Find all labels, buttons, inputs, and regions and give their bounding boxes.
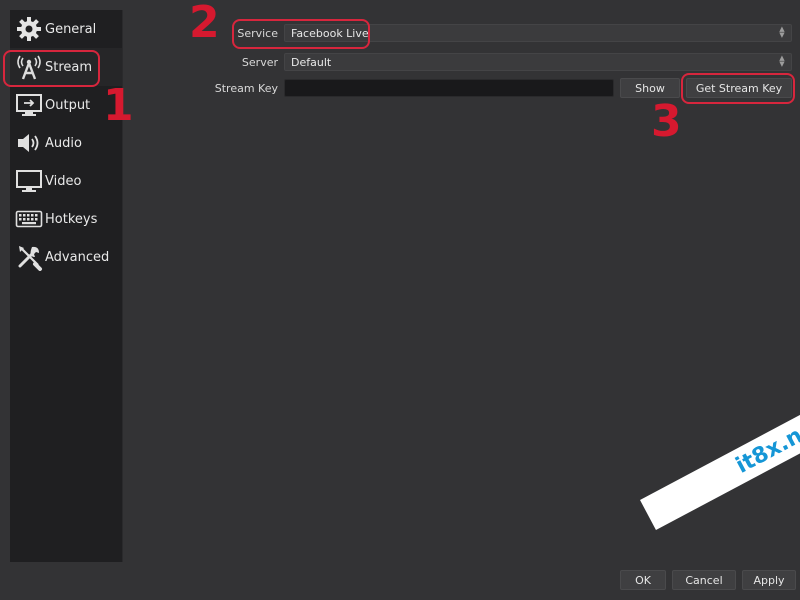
watermark-text: it8x.net — [731, 410, 800, 479]
sidebar-item-label: Advanced — [45, 249, 110, 265]
highlight-get-stream-key — [681, 73, 795, 104]
gear-icon — [14, 14, 44, 44]
sidebar-item-label: Hotkeys — [45, 211, 98, 227]
tools-icon — [14, 242, 44, 272]
server-label: Server — [241, 56, 278, 69]
apply-button[interactable]: Apply — [742, 570, 796, 590]
show-key-button[interactable]: Show — [620, 78, 680, 98]
sidebar-item-label: Video — [45, 173, 82, 189]
ok-button[interactable]: OK — [620, 570, 666, 590]
step-number-2: 2 — [189, 0, 220, 48]
speaker-icon — [14, 128, 44, 158]
sidebar-item-label: Output — [45, 97, 91, 113]
sidebar-item-label: General — [45, 21, 97, 37]
sidebar-item-label: Audio — [45, 135, 82, 151]
sidebar-item-general[interactable]: General — [10, 10, 122, 48]
sidebar-item-advanced[interactable]: Advanced — [10, 238, 122, 276]
stream-key-label: Stream Key — [214, 82, 278, 95]
sidebar-item-video[interactable]: Video — [10, 162, 122, 200]
keyboard-icon — [14, 204, 44, 234]
settings-window: General Stream Output Audio Video Hotkey… — [0, 0, 800, 600]
watermark-banner: it8x.net — [640, 359, 800, 531]
step-number-3: 3 — [651, 96, 682, 147]
server-dropdown[interactable]: Default ▲ ▼ — [284, 53, 792, 71]
updown-arrow-icon: ▲ ▼ — [779, 54, 785, 68]
cancel-button[interactable]: Cancel — [672, 570, 736, 590]
highlight-service — [232, 19, 370, 49]
highlight-stream — [3, 50, 100, 87]
sidebar-item-hotkeys[interactable]: Hotkeys — [10, 200, 122, 238]
output-monitor-icon — [14, 90, 44, 120]
updown-arrow-icon: ▲ ▼ — [779, 25, 785, 39]
server-value: Default — [291, 55, 332, 69]
step-number-1: 1 — [103, 80, 134, 131]
stream-key-input[interactable] — [284, 79, 614, 97]
monitor-icon — [14, 166, 44, 196]
